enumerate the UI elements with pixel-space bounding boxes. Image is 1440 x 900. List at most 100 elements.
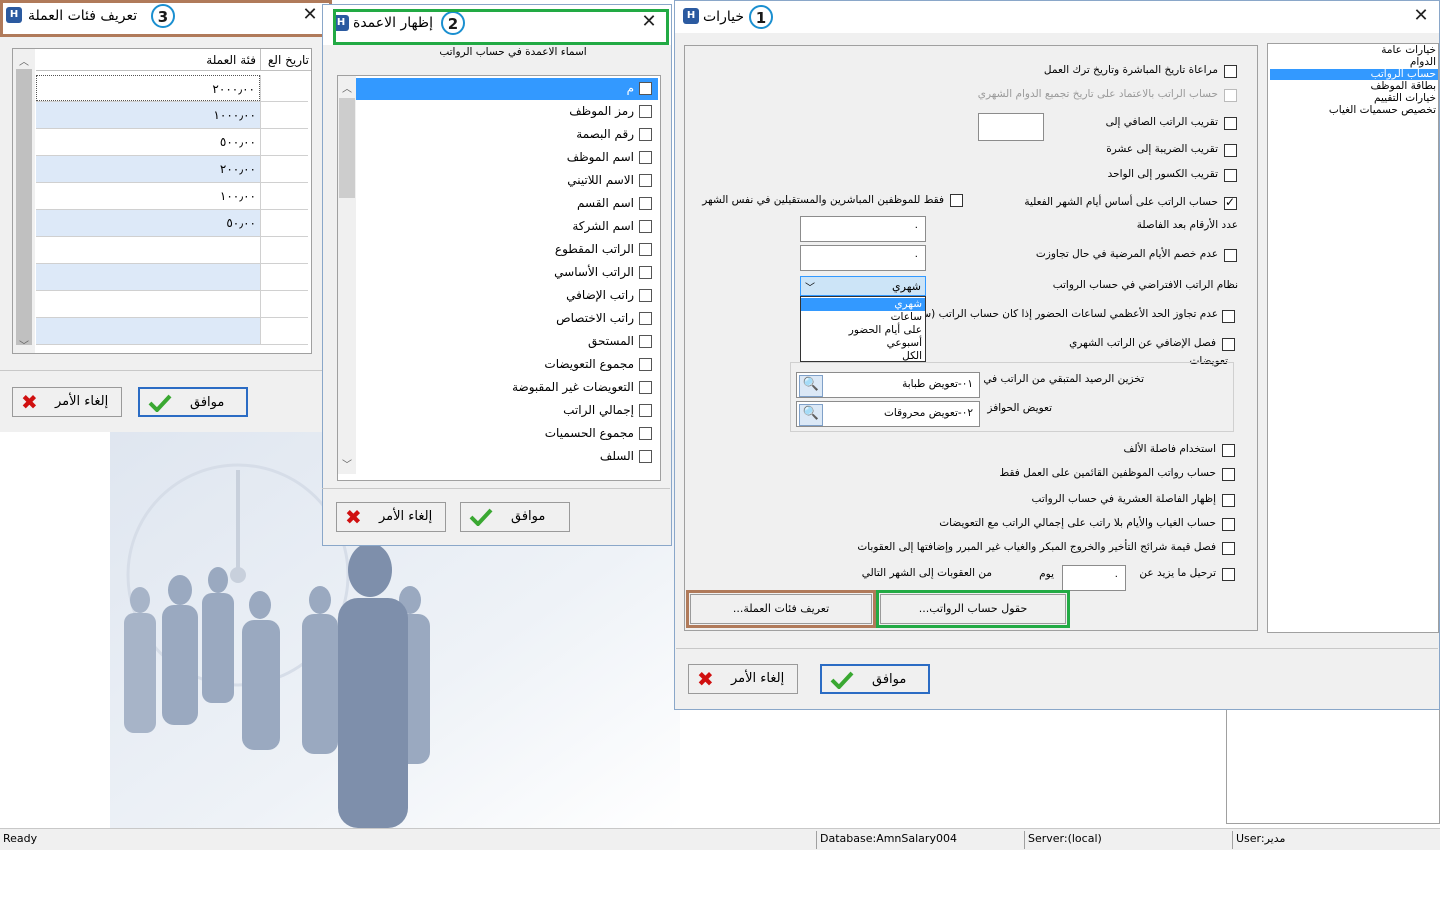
incentives-field[interactable]: ٠٢-تعويض محروقات 🔍 — [796, 401, 980, 427]
table-row[interactable] — [36, 318, 309, 345]
column-checkbox[interactable] — [639, 197, 652, 210]
close-icon[interactable]: ✕ — [1411, 7, 1431, 27]
net-salary-round-input[interactable] — [978, 113, 1044, 141]
scroll-down-icon[interactable]: ﹀ — [339, 456, 355, 471]
sick-days-input[interactable]: ٠ — [800, 245, 926, 271]
table-row[interactable]: ١٠٠٫٠٠ — [36, 183, 309, 210]
sick-days-checkbox[interactable] — [1224, 249, 1237, 262]
cancel-button[interactable]: ✖ إلغاء الأمر — [336, 502, 446, 532]
column-list-item[interactable]: رقم البصمة — [356, 124, 658, 146]
column-list-item[interactable]: الراتب المقطوع — [356, 239, 658, 261]
date-cell[interactable] — [260, 183, 309, 209]
column-checkbox[interactable] — [639, 404, 652, 417]
date-cell[interactable] — [260, 129, 309, 155]
carry-over-checkbox[interactable] — [1222, 568, 1235, 581]
table-row[interactable] — [36, 237, 309, 264]
currency-value-cell[interactable] — [36, 291, 260, 317]
column-checkbox[interactable] — [639, 220, 652, 233]
currency-value-cell[interactable] — [36, 318, 260, 344]
absence-calc-checkbox[interactable] — [1222, 518, 1235, 531]
column-list-item[interactable]: راتب الاختصاص — [356, 308, 658, 330]
date-cell[interactable] — [260, 237, 309, 263]
date-cell[interactable] — [260, 102, 309, 128]
opt1-checkbox[interactable] — [1224, 65, 1237, 78]
date-cell[interactable] — [260, 264, 309, 290]
column-list-item[interactable]: الاسم اللاتيني — [356, 170, 658, 192]
scroll-up-icon[interactable]: ︿ — [339, 80, 355, 95]
thousand-sep-checkbox[interactable] — [1222, 444, 1235, 457]
column-list-item[interactable]: اسم الموظف — [356, 147, 658, 169]
column-list-item[interactable]: مجموع الحسميات — [356, 423, 658, 445]
currency-value-cell[interactable] — [36, 237, 260, 263]
close-icon[interactable]: ✕ — [300, 6, 320, 26]
column-checkbox[interactable] — [639, 335, 652, 348]
search-icon[interactable]: 🔍 — [799, 375, 823, 397]
date-cell[interactable] — [260, 75, 309, 101]
currency-value-cell[interactable]: ٥٠٫٠٠ — [36, 210, 260, 236]
search-icon[interactable]: 🔍 — [799, 404, 823, 426]
table-row[interactable] — [36, 264, 309, 291]
date-cell[interactable] — [260, 318, 309, 344]
column-list-item[interactable]: المستحق — [356, 331, 658, 353]
column-checkbox[interactable] — [639, 82, 652, 95]
opt3-checkbox[interactable] — [1224, 117, 1237, 130]
column-list-item[interactable]: اسم القسم — [356, 193, 658, 215]
currency-value-cell[interactable] — [36, 264, 260, 290]
table-row[interactable] — [36, 291, 309, 318]
scroll-down-icon[interactable]: ﹀ — [16, 337, 32, 352]
date-cell[interactable] — [260, 210, 309, 236]
store-balance-field[interactable]: ٠١-تعويض طبابة 🔍 — [796, 372, 980, 398]
dropdown-option[interactable]: أسبوعي — [801, 337, 925, 350]
column-list-item[interactable]: م — [356, 78, 658, 100]
only-active-checkbox[interactable] — [1222, 468, 1235, 481]
column-checkbox[interactable] — [639, 358, 652, 371]
date-cell[interactable] — [260, 156, 309, 182]
close-icon[interactable]: ✕ — [639, 13, 659, 33]
tree-item[interactable]: تخصيص حسميات الغياب — [1329, 105, 1436, 116]
ok-button[interactable]: موافق — [138, 387, 248, 417]
column-list-item[interactable]: اسم الشركة — [356, 216, 658, 238]
currency-categories-button[interactable]: تعريف فئات العملة... — [690, 594, 872, 624]
opt2-checkbox[interactable] — [1224, 89, 1237, 102]
scroll-thumb[interactable] — [16, 69, 32, 345]
ok-button[interactable]: موافق — [460, 502, 570, 532]
tree-item[interactable]: خيارات التقييم — [1374, 93, 1436, 104]
date-cell[interactable] — [260, 291, 309, 317]
column-list-item[interactable]: راتب الإضافي — [356, 285, 658, 307]
column-checkbox[interactable] — [639, 243, 652, 256]
grid-scrollbar[interactable]: ︿ ﹀ — [13, 49, 35, 353]
columns-scrollbar[interactable]: ︿ ﹀ — [338, 76, 356, 474]
scroll-up-icon[interactable]: ︿ — [16, 53, 32, 68]
opt5-checkbox[interactable] — [1224, 169, 1237, 182]
table-row[interactable]: ٥٠٫٠٠ — [36, 210, 309, 237]
table-row[interactable]: ٢٠٠٠٫٠٠ — [36, 75, 309, 102]
column-checkbox[interactable] — [639, 427, 652, 440]
opt6b-checkbox[interactable] — [950, 194, 963, 207]
opt6-checkbox[interactable] — [1224, 195, 1237, 210]
column-list-item[interactable]: التعويضات غير المقبوضة — [356, 377, 658, 399]
max-hours-checkbox[interactable] — [1222, 310, 1235, 323]
salary-system-select[interactable]: شهري ﹀ — [800, 276, 926, 296]
scroll-thumb[interactable] — [339, 98, 355, 198]
column-checkbox[interactable] — [639, 381, 652, 394]
dropdown-option[interactable]: على أيام الحضور — [801, 324, 925, 337]
opt4-checkbox[interactable] — [1224, 144, 1237, 157]
column-checkbox[interactable] — [639, 312, 652, 325]
separate-penalties-checkbox[interactable] — [1222, 542, 1235, 555]
decimal-digits-input[interactable]: ٠ — [800, 216, 926, 242]
dropdown-option[interactable]: شهري — [801, 298, 925, 311]
cancel-button[interactable]: ✖ إلغاء الأمر — [688, 664, 798, 694]
currency-value-cell[interactable]: ٢٠٠٠٫٠٠ — [36, 75, 260, 101]
column-list-item[interactable]: السلف — [356, 446, 658, 468]
currency-value-cell[interactable]: ١٠٠٠٫٠٠ — [36, 102, 260, 128]
tree-item[interactable]: خيارات عامة — [1381, 45, 1436, 56]
column-checkbox[interactable] — [639, 266, 652, 279]
currency-value-cell[interactable]: ١٠٠٫٠٠ — [36, 183, 260, 209]
show-decimal-checkbox[interactable] — [1222, 494, 1235, 507]
separate-extra-checkbox[interactable] — [1222, 338, 1235, 351]
currency-value-cell[interactable]: ٢٠٠٫٠٠ — [36, 156, 260, 182]
column-list-item[interactable]: رمز الموظف — [356, 101, 658, 123]
carry-over-input[interactable]: ٠ — [1062, 565, 1126, 591]
tree-item[interactable]: الدوام — [1410, 57, 1436, 68]
column-checkbox[interactable] — [639, 174, 652, 187]
